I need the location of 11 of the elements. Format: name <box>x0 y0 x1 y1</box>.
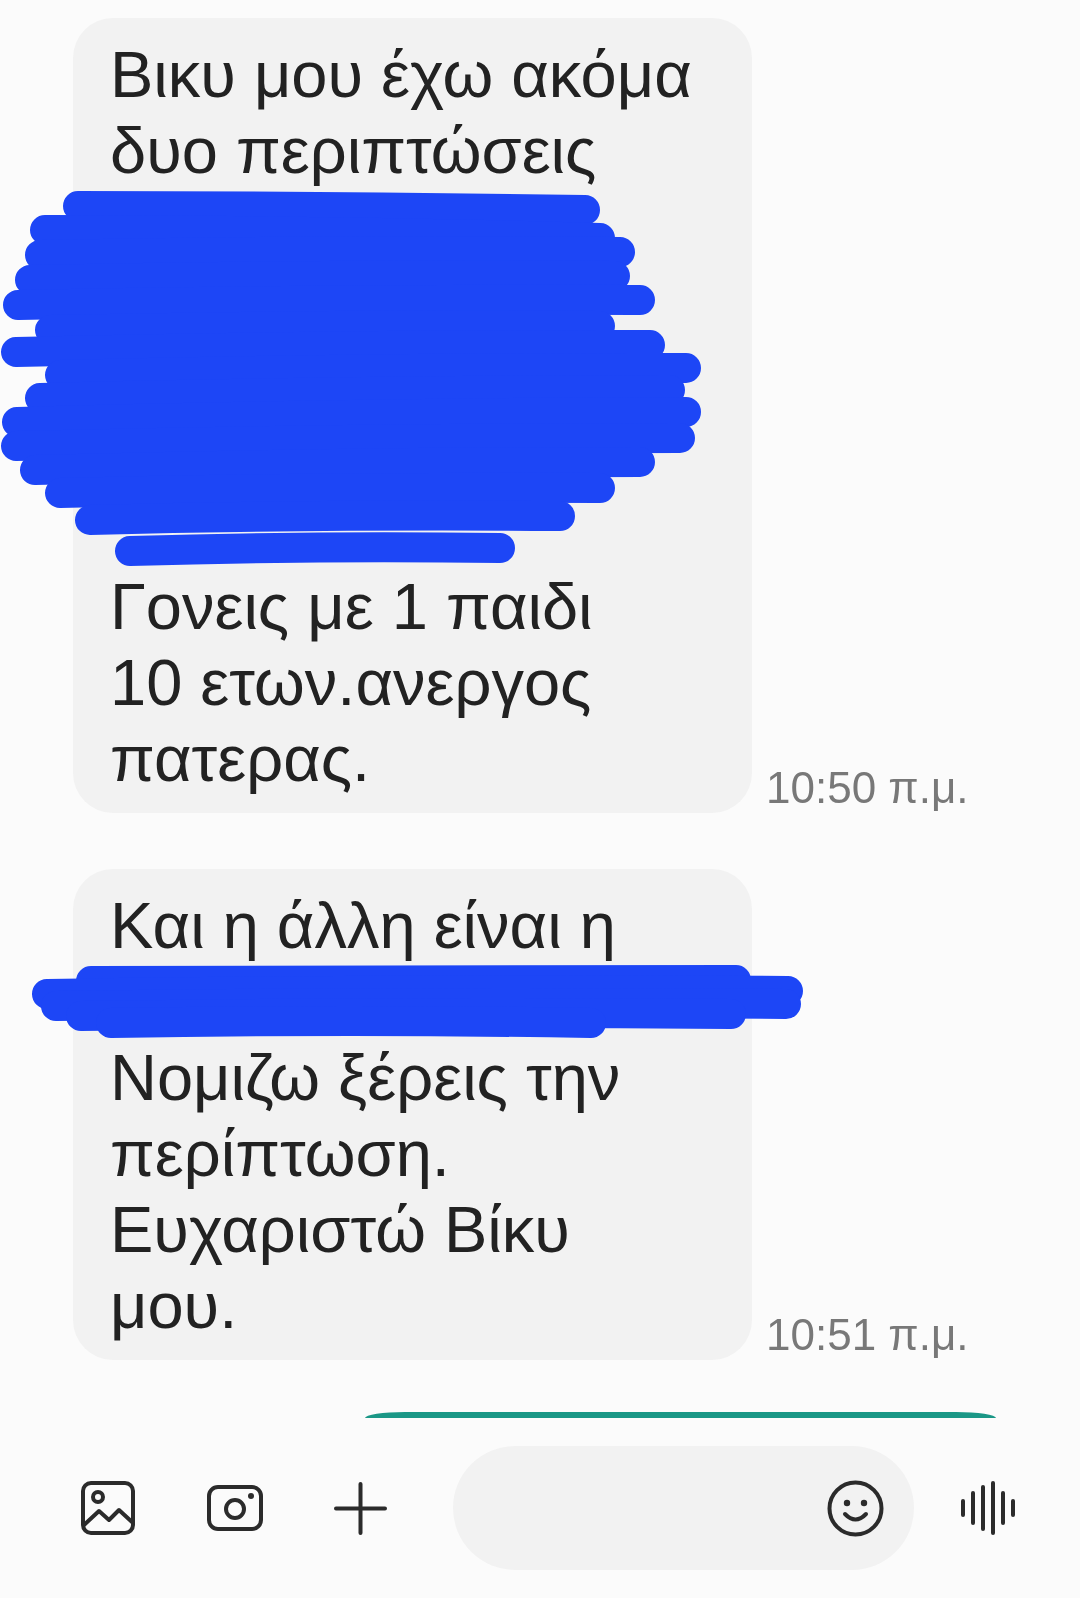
message-text: Νομιζω ξέρεις την περίπτωση. Ευχαριστώ Βίκυ μου. <box>110 1040 622 1344</box>
waveform-icon[interactable] <box>960 1481 1016 1535</box>
message-text: Και η άλλη είναι η <box>110 888 617 964</box>
smiley-icon[interactable] <box>827 1479 884 1537</box>
message-text: Βικυ μου έχω ακόμα δυο περιπτώσεις <box>110 37 693 189</box>
message-time: 10:51 π.μ. <box>766 1310 969 1360</box>
camera-icon[interactable] <box>207 1485 263 1531</box>
image-icon[interactable] <box>81 1481 135 1535</box>
message-time: 10:50 π.μ. <box>766 763 969 813</box>
plus-icon[interactable] <box>334 1481 387 1535</box>
message-text: Γονεις με 1 παιδι 10 ετων.ανεργος πατερας. <box>110 569 594 797</box>
